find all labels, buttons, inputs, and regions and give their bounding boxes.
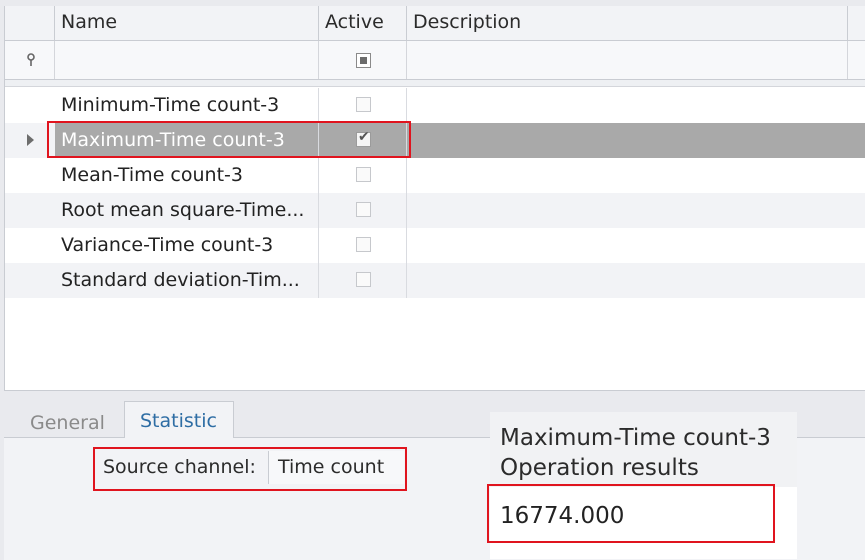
tab-statistic-label: Statistic — [140, 410, 217, 432]
row-active-cell[interactable] — [319, 158, 407, 193]
filter-active-checkbox[interactable] — [356, 53, 371, 68]
row-active-cell[interactable] — [319, 193, 407, 228]
table-row[interactable]: Root mean square-Time... — [5, 193, 865, 228]
row-name: Root mean square-Time... — [55, 193, 319, 228]
row-name: Variance-Time count-3 — [55, 228, 319, 263]
row-description[interactable] — [407, 263, 865, 298]
column-header-active[interactable]: Active — [319, 6, 407, 40]
table-row[interactable]: Standard deviation-Tim... — [5, 263, 865, 298]
grid-header: Name Active Description — [5, 6, 865, 41]
row-indicator[interactable] — [5, 193, 55, 228]
active-checkbox[interactable] — [356, 237, 371, 252]
tab-general[interactable]: General — [30, 412, 105, 434]
table-row[interactable]: Mean-Time count-3 — [5, 158, 865, 193]
filter-description-input[interactable] — [407, 41, 848, 79]
popup-header: Maximum-Time count-3 Operation results — [490, 412, 797, 487]
statistics-grid: Name Active Description Minimum-Time cou… — [4, 6, 865, 391]
filter-separator — [5, 80, 865, 87]
row-active-cell[interactable] — [319, 228, 407, 263]
active-checkbox[interactable] — [356, 272, 371, 287]
row-indicator[interactable] — [5, 228, 55, 263]
row-description[interactable] — [407, 158, 865, 193]
source-channel-highlight — [93, 447, 407, 491]
active-checkbox[interactable] — [356, 167, 371, 182]
filter-indicator-cell — [5, 41, 55, 79]
row-indicator[interactable] — [5, 88, 55, 123]
result-value-highlight — [487, 484, 775, 543]
popup-title: Maximum-Time count-3 — [500, 425, 771, 451]
table-row[interactable]: Minimum-Time count-3 — [5, 88, 865, 123]
row-name: Minimum-Time count-3 — [55, 88, 319, 123]
filter-name-input[interactable] — [55, 41, 319, 79]
filter-active-cell[interactable] — [319, 41, 407, 79]
row-indicator[interactable] — [5, 158, 55, 193]
row-name: Standard deviation-Tim... — [55, 263, 319, 298]
active-checkbox[interactable] — [356, 97, 371, 112]
tab-statistic[interactable]: Statistic — [124, 401, 234, 438]
row-active-cell[interactable] — [319, 88, 407, 123]
selected-row-highlight — [47, 121, 411, 158]
table-row[interactable]: Variance-Time count-3 — [5, 228, 865, 263]
column-header-description[interactable]: Description — [407, 6, 848, 40]
current-row-arrow-icon — [27, 134, 34, 146]
filter-row — [5, 41, 865, 80]
column-header-name[interactable]: Name — [55, 6, 319, 40]
row-description[interactable] — [407, 228, 865, 263]
row-description[interactable] — [407, 123, 865, 158]
popup-subtitle: Operation results — [500, 455, 699, 481]
row-indicator[interactable] — [5, 263, 55, 298]
active-checkbox[interactable] — [356, 202, 371, 217]
row-name: Mean-Time count-3 — [55, 158, 319, 193]
pin-filter-icon[interactable] — [25, 53, 37, 67]
indeterminate-mark-icon — [360, 57, 367, 64]
row-description[interactable] — [407, 193, 865, 228]
row-description[interactable] — [407, 88, 865, 123]
row-active-cell[interactable] — [319, 263, 407, 298]
header-indicator-cell — [5, 6, 55, 40]
